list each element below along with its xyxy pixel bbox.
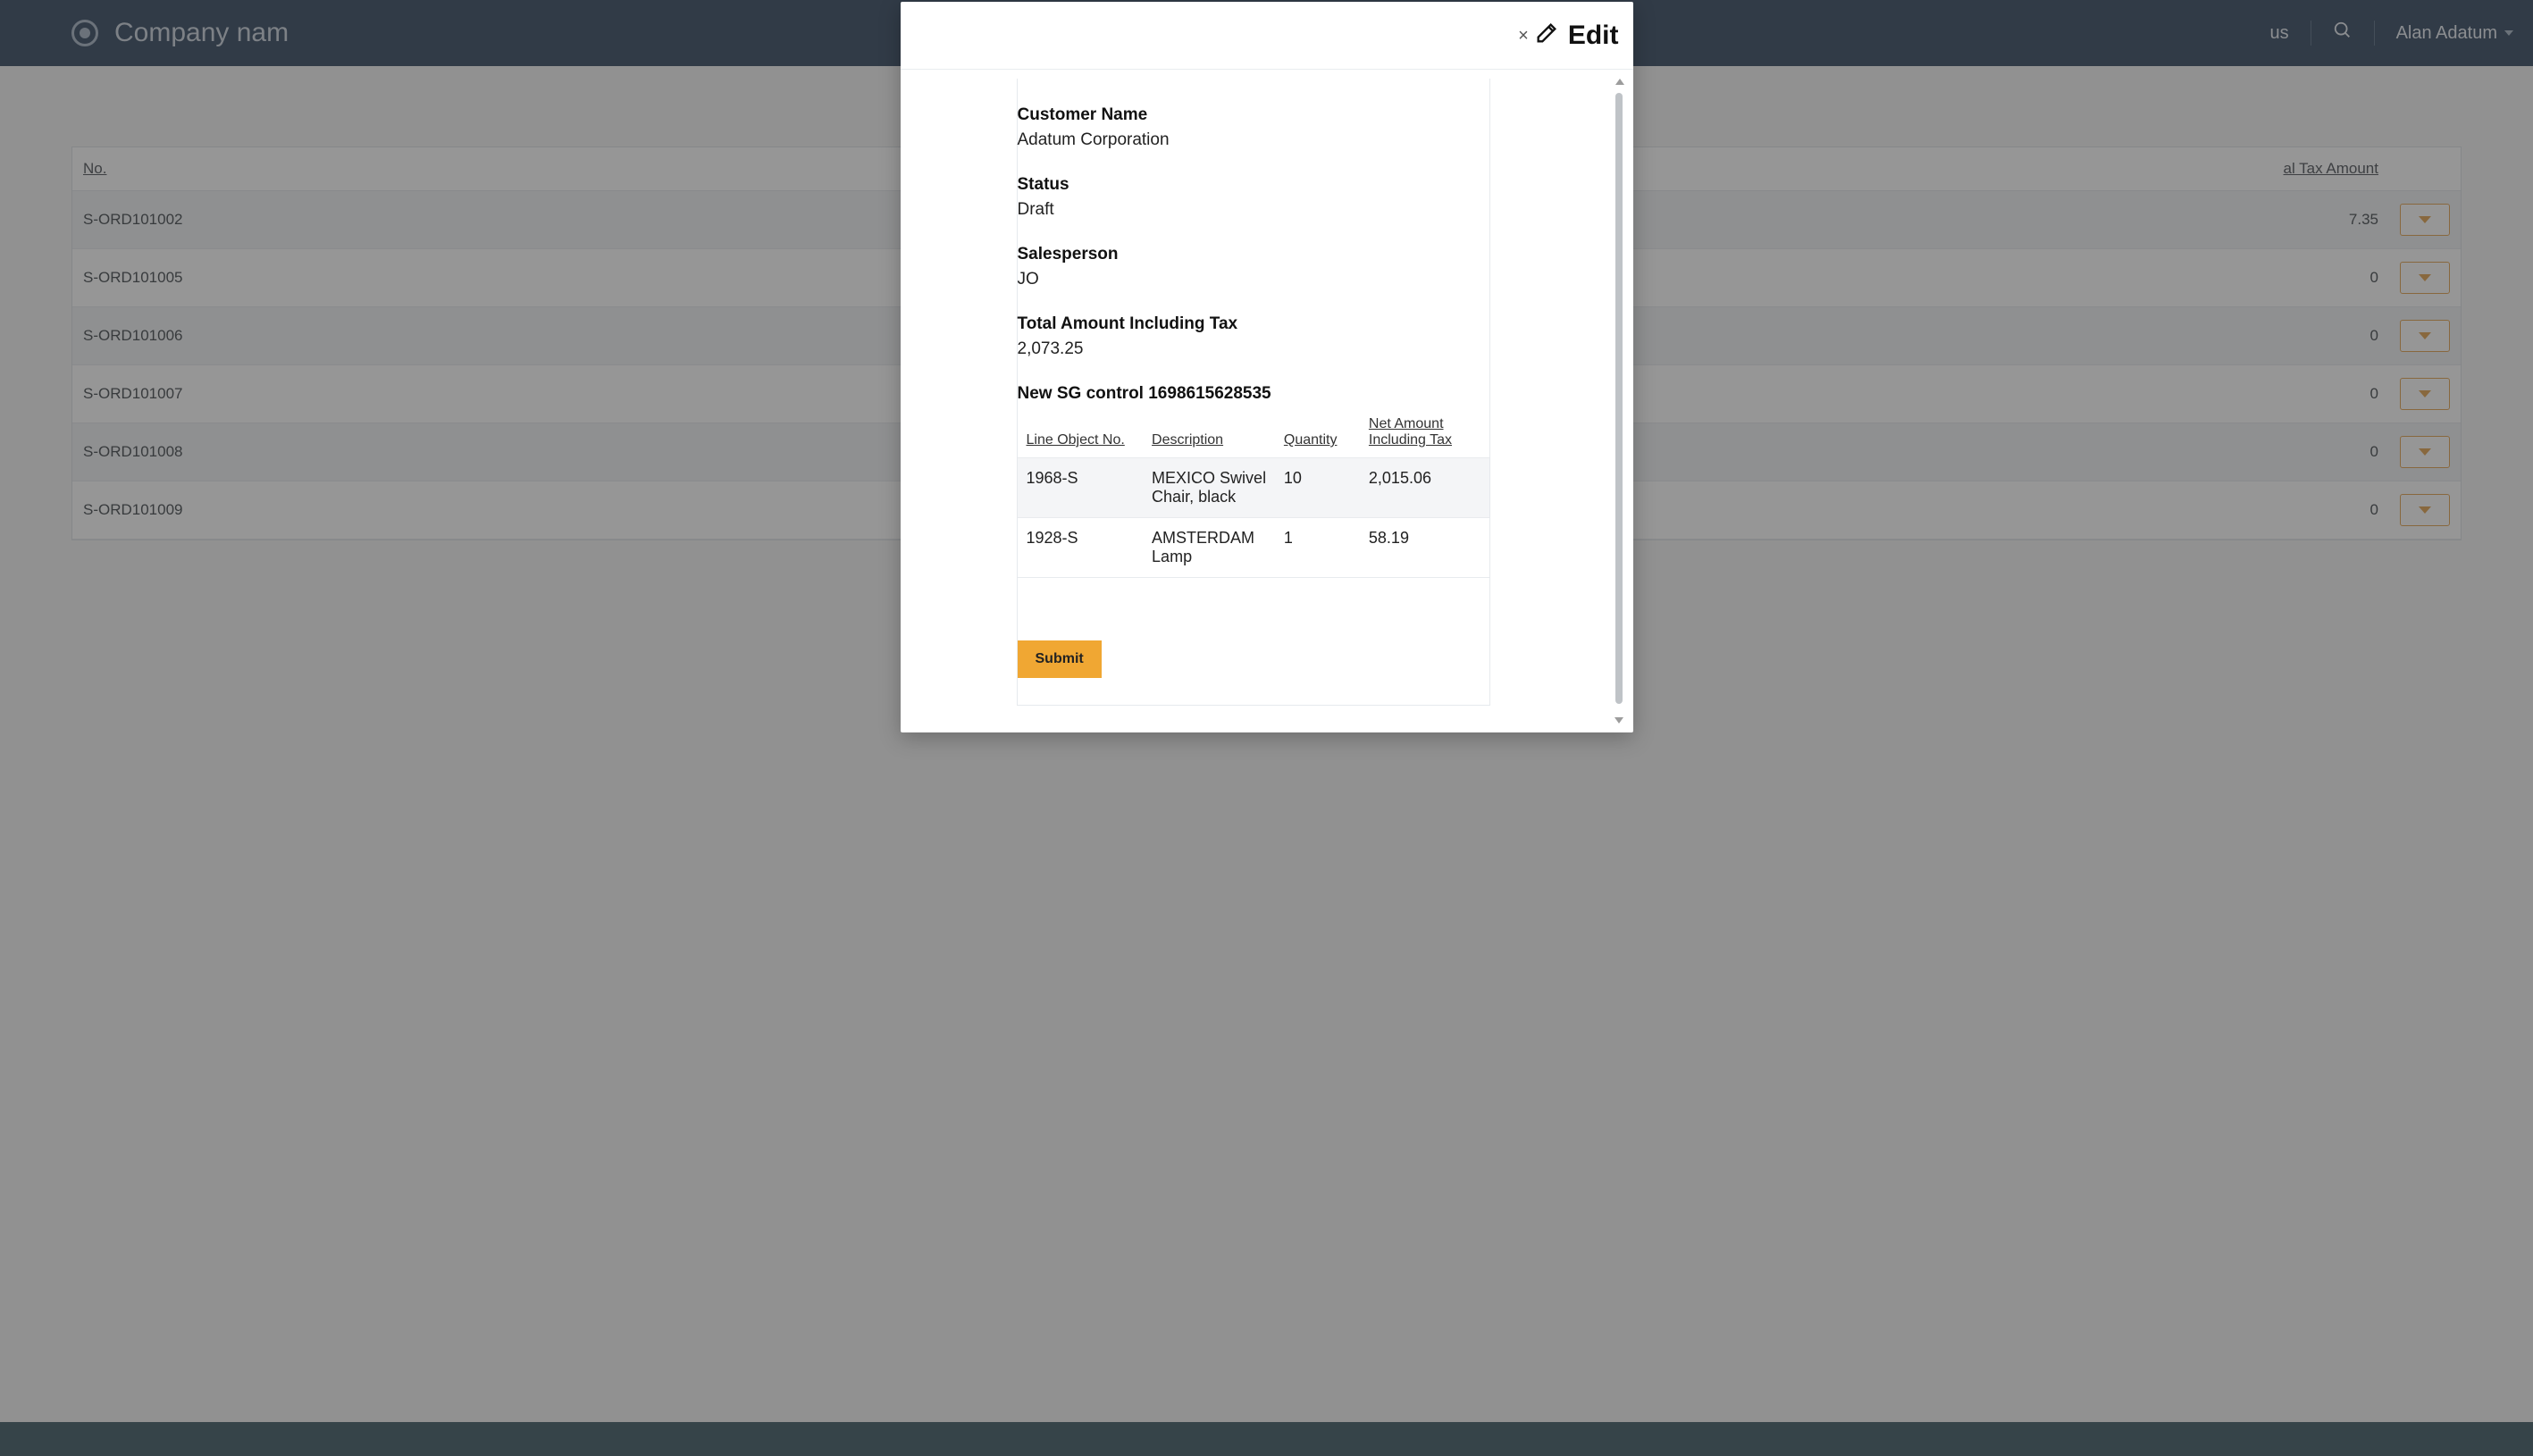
edit-icon — [1534, 21, 1559, 50]
field-label-customer-name: Customer Name — [1018, 105, 1489, 125]
order-detail-modal: × Edit Customer Name Adatum Corporation … — [901, 2, 1633, 732]
field-value-total: 2,073.25 — [1018, 339, 1489, 359]
modal-header: × Edit — [901, 2, 1633, 70]
modal-body[interactable]: Customer Name Adatum Corporation Status … — [901, 70, 1606, 732]
scrollbar[interactable] — [1615, 79, 1623, 724]
line-net-amount-cell: 58.19 — [1362, 518, 1489, 578]
close-icon[interactable]: × — [1518, 27, 1529, 45]
field-label-total: Total Amount Including Tax — [1018, 314, 1489, 334]
line-quantity-cell: 10 — [1277, 458, 1362, 518]
field-value-salesperson: JO — [1018, 270, 1489, 289]
scroll-down-icon[interactable] — [1615, 717, 1623, 724]
line-col-net-amount[interactable]: Net Amount Including Tax — [1362, 411, 1489, 458]
scroll-thumb[interactable] — [1615, 93, 1623, 704]
table-spacer-row — [1018, 578, 1489, 614]
line-description-cell: AMSTERDAM Lamp — [1145, 518, 1277, 578]
field-label-sg-control: New SG control 1698615628535 — [1018, 384, 1489, 404]
edit-button[interactable]: Edit — [1534, 21, 1619, 51]
line-items-table: Line Object No. Description Quantity Net… — [1018, 411, 1489, 614]
order-detail-card: Customer Name Adatum Corporation Status … — [1017, 79, 1490, 706]
line-no-cell: 1968-S — [1018, 458, 1145, 518]
scroll-up-icon[interactable] — [1615, 79, 1624, 85]
field-value-customer-name: Adatum Corporation — [1018, 130, 1489, 150]
field-label-salesperson: Salesperson — [1018, 245, 1489, 264]
line-col-quantity[interactable]: Quantity — [1277, 411, 1362, 458]
line-no-cell: 1928-S — [1018, 518, 1145, 578]
line-quantity-cell: 1 — [1277, 518, 1362, 578]
submit-button[interactable]: Submit — [1018, 640, 1102, 678]
table-row[interactable]: 1968-SMEXICO Swivel Chair, black102,015.… — [1018, 458, 1489, 518]
table-row[interactable]: 1928-SAMSTERDAM Lamp158.19 — [1018, 518, 1489, 578]
line-net-amount-cell: 2,015.06 — [1362, 458, 1489, 518]
edit-label: Edit — [1568, 21, 1619, 51]
line-col-description[interactable]: Description — [1145, 411, 1277, 458]
line-col-no[interactable]: Line Object No. — [1018, 411, 1145, 458]
field-value-status: Draft — [1018, 200, 1489, 220]
field-label-status: Status — [1018, 175, 1489, 195]
line-description-cell: MEXICO Swivel Chair, black — [1145, 458, 1277, 518]
